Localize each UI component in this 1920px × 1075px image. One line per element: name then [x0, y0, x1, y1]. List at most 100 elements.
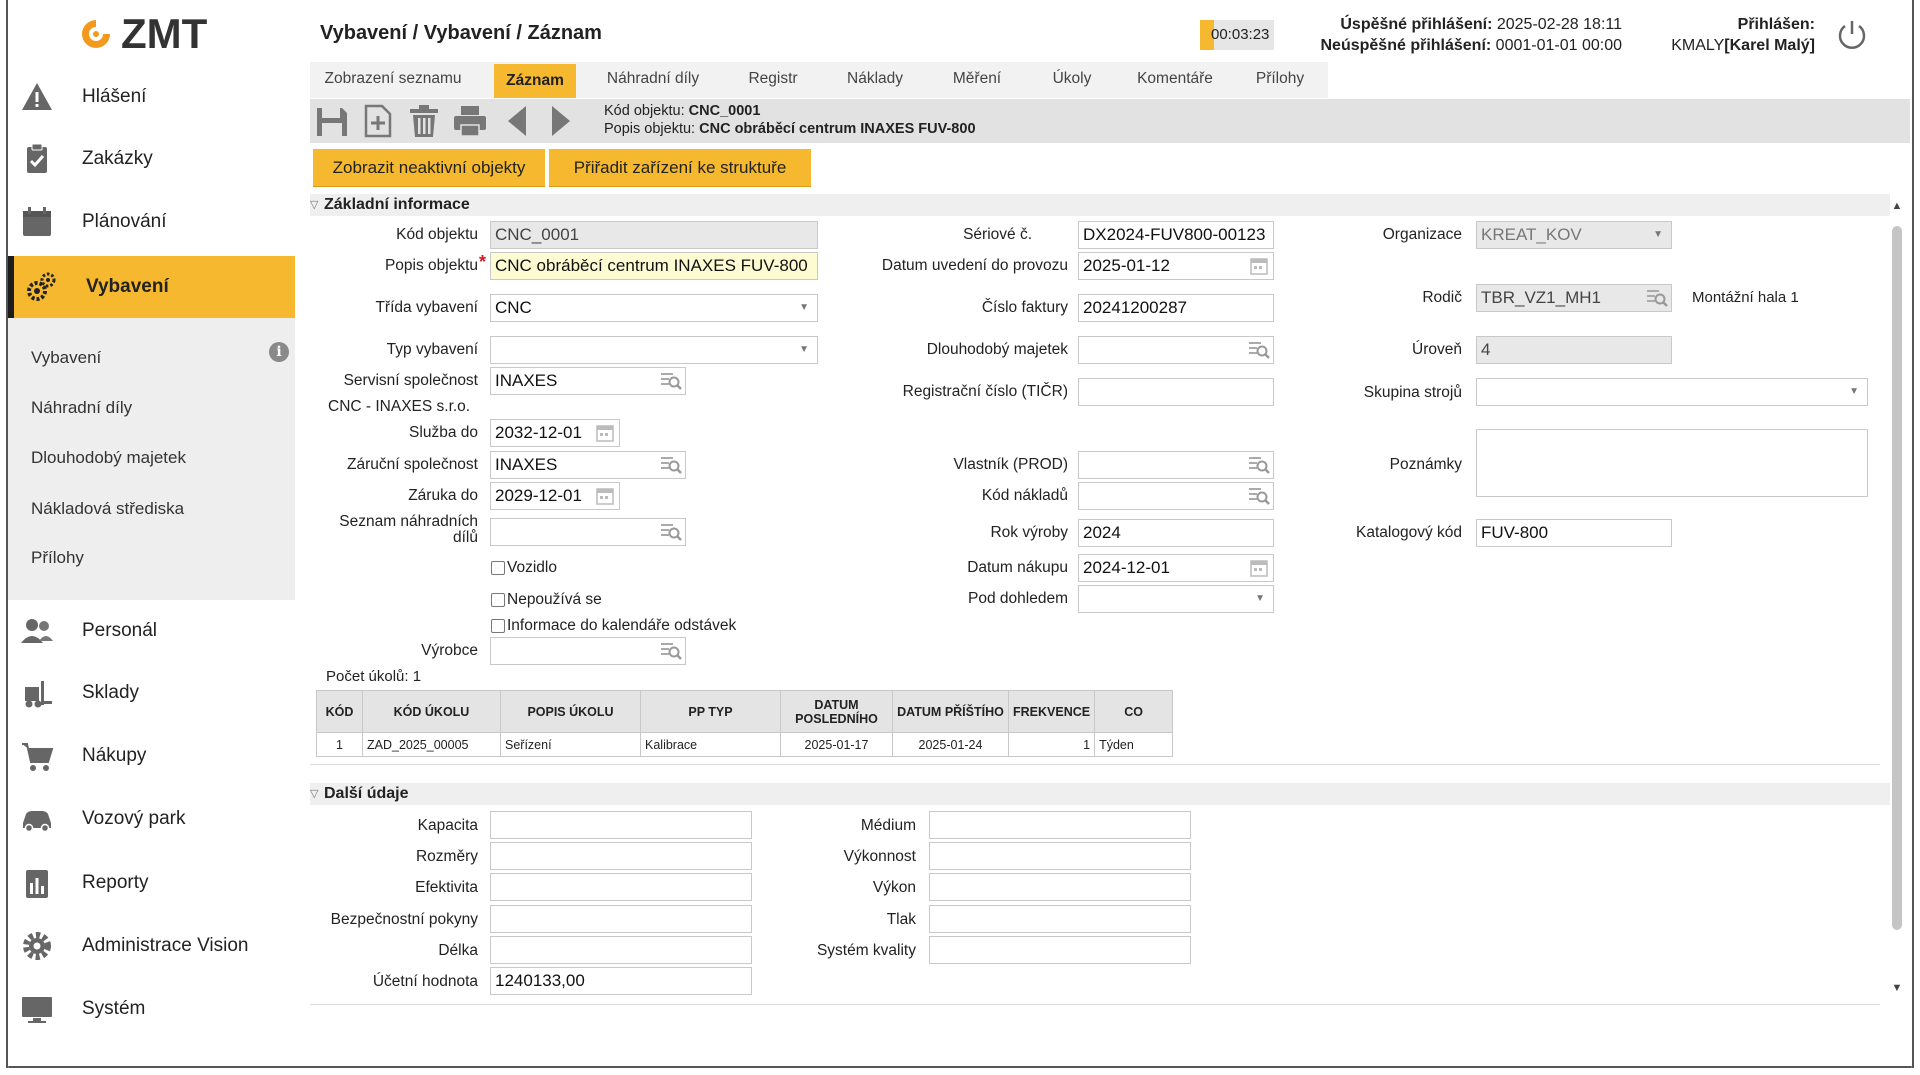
- trida-vybaveni-select[interactable]: CNC ▼: [490, 294, 818, 322]
- tab-zobrazeni-seznamu[interactable]: Zobrazení seznamu: [318, 62, 468, 98]
- lookup-icon[interactable]: [660, 455, 682, 475]
- section-extra-info[interactable]: Další údaje: [310, 783, 1890, 805]
- save-icon[interactable]: [314, 103, 350, 139]
- tab-komentare[interactable]: Komentáře: [1120, 62, 1230, 98]
- tab-naklady[interactable]: Náklady: [830, 62, 920, 98]
- datum-uvedeni-date[interactable]: 2025-01-12: [1078, 252, 1274, 280]
- col-datum-posledniho[interactable]: DATUM POSLEDNÍHO: [780, 690, 893, 733]
- delete-icon[interactable]: [406, 103, 442, 139]
- tab-registr[interactable]: Registr: [728, 62, 818, 98]
- tab-prilohy[interactable]: Přílohy: [1240, 62, 1320, 98]
- print-icon[interactable]: [452, 103, 488, 139]
- nav-item-hlaseni[interactable]: Hlášení: [7, 66, 295, 128]
- next-icon[interactable]: [542, 103, 578, 139]
- lookup-icon[interactable]: [1646, 288, 1668, 308]
- scroll-up-arrow-icon[interactable]: ▲: [1890, 200, 1904, 214]
- seriove-c-field[interactable]: DX2024-FUV800-00123: [1078, 221, 1274, 249]
- uroven-field[interactable]: 4: [1476, 336, 1672, 364]
- rodic-field[interactable]: TBR_VZ1_MH1: [1476, 284, 1672, 312]
- servisni-spolecnost-field[interactable]: INAXES: [490, 367, 686, 395]
- sluzba-do-date[interactable]: 2032-12-01: [490, 419, 620, 447]
- nepouziva-se-checkbox-row[interactable]: Nepoužívá se: [491, 591, 602, 609]
- show-inactive-button[interactable]: Zobrazit neaktivní objekty: [313, 149, 545, 187]
- calendar-picker-icon[interactable]: [594, 423, 616, 443]
- tab-zaznam[interactable]: Záznam: [494, 64, 576, 98]
- nav-item-nakupy[interactable]: Nákupy: [7, 725, 295, 787]
- nav-item-administrace-vision[interactable]: Administrace Vision: [7, 915, 295, 977]
- nav-item-planovani[interactable]: Plánování: [7, 191, 295, 253]
- tab-nahradni-dily[interactable]: Náhradní díly: [588, 62, 718, 98]
- scrollbar[interactable]: ▲ ▼: [1890, 200, 1904, 1000]
- nepouziva-se-checkbox[interactable]: [491, 593, 505, 607]
- subnav-item-vybaveni[interactable]: Vybavení: [31, 348, 101, 368]
- power-icon[interactable]: [1835, 18, 1869, 52]
- kapacita-field[interactable]: [490, 811, 752, 839]
- calendar-picker-icon[interactable]: [1248, 256, 1270, 276]
- tlak-field[interactable]: [929, 905, 1191, 933]
- lookup-icon[interactable]: [1248, 486, 1270, 506]
- info-kalendar-checkbox-row[interactable]: Informace do kalendáře odstávek: [491, 617, 736, 635]
- rozmery-field[interactable]: [490, 842, 752, 870]
- datum-nakupu-date[interactable]: 2024-12-01: [1078, 554, 1274, 582]
- subnav-item-prilohy[interactable]: Přílohy: [31, 548, 84, 568]
- col-pp-typ[interactable]: PP TYP: [640, 690, 781, 733]
- col-kod-ukolu[interactable]: KÓD ÚKOLU: [362, 690, 501, 733]
- col-co[interactable]: CO: [1094, 690, 1174, 733]
- tab-mereni[interactable]: Měření: [932, 62, 1022, 98]
- registracni-cislo-field[interactable]: [1078, 378, 1274, 406]
- vozidlo-checkbox-row[interactable]: Vozidlo: [491, 559, 557, 577]
- katalogovy-kod-field[interactable]: FUV-800: [1476, 519, 1672, 547]
- vyrobce-field[interactable]: [490, 637, 686, 665]
- rok-vyroby-field[interactable]: 2024: [1078, 519, 1274, 547]
- typ-vybaveni-select[interactable]: ▼: [490, 336, 818, 364]
- kod-nakladu-field[interactable]: [1078, 482, 1274, 510]
- logo[interactable]: ZMT: [79, 10, 207, 58]
- pod-dohledem-select[interactable]: ▼: [1078, 585, 1274, 613]
- organizace-select[interactable]: KREAT_KOV ▼: [1476, 221, 1672, 249]
- efektivita-field[interactable]: [490, 873, 752, 901]
- add-icon[interactable]: [360, 103, 396, 139]
- scroll-down-arrow-icon[interactable]: ▼: [1890, 982, 1904, 996]
- skupina-stroju-select[interactable]: ▼: [1476, 378, 1868, 406]
- nav-item-vybaveni[interactable]: Vybavení: [7, 256, 295, 318]
- dlouhodoby-majetek-field[interactable]: [1078, 336, 1274, 364]
- nav-item-sklady[interactable]: Sklady: [7, 662, 295, 724]
- nav-item-reporty[interactable]: Reporty: [7, 852, 295, 914]
- nav-item-system[interactable]: Systém: [7, 978, 295, 1040]
- vlastnik-field[interactable]: [1078, 451, 1274, 479]
- seznam-nahradnich-dilu-field[interactable]: [490, 518, 686, 546]
- lookup-icon[interactable]: [1248, 455, 1270, 475]
- subnav-item-nahradni-dily[interactable]: Náhradní díly: [31, 398, 132, 418]
- vykon-field[interactable]: [929, 873, 1191, 901]
- kod-objektu-field[interactable]: CNC_0001: [490, 221, 818, 249]
- lookup-icon[interactable]: [660, 641, 682, 661]
- popis-objektu-field[interactable]: CNC obráběcí centrum INAXES FUV-800: [490, 252, 818, 280]
- calendar-picker-icon[interactable]: [594, 486, 616, 506]
- vykonnost-field[interactable]: [929, 842, 1191, 870]
- zaruka-do-date[interactable]: 2029-12-01: [490, 482, 620, 510]
- subnav-item-dlouhodoby-majetek[interactable]: Dlouhodobý majetek: [31, 448, 186, 468]
- col-popis-ukolu[interactable]: POPIS ÚKOLU: [500, 690, 641, 733]
- section-basic-info[interactable]: Základní informace: [310, 194, 1890, 216]
- info-icon[interactable]: i: [269, 342, 289, 362]
- col-kod[interactable]: KÓD: [316, 690, 363, 733]
- poznamky-textarea[interactable]: [1476, 429, 1868, 497]
- lookup-icon[interactable]: [660, 522, 682, 542]
- previous-icon[interactable]: [500, 103, 536, 139]
- col-frekvence[interactable]: FREKVENCE: [1007, 690, 1096, 733]
- vozidlo-checkbox[interactable]: [491, 561, 505, 575]
- tab-ukoly[interactable]: Úkoly: [1032, 62, 1112, 98]
- bezpecnostni-pokyny-field[interactable]: [490, 905, 752, 933]
- assign-structure-button[interactable]: Přiřadit zařízení ke struktuře: [549, 149, 811, 187]
- nav-item-personal[interactable]: Personál: [7, 600, 295, 662]
- lookup-icon[interactable]: [660, 371, 682, 391]
- lookup-icon[interactable]: [1248, 340, 1270, 360]
- subnav-item-nakladova-strediska[interactable]: Nákladová střediska: [31, 499, 184, 519]
- nav-item-vozovy-park[interactable]: Vozový park: [7, 788, 295, 850]
- system-kvality-field[interactable]: [929, 936, 1191, 964]
- table-row[interactable]: 1 ZAD_2025_00005 Seřízení Kalibrace 2025…: [316, 732, 1174, 757]
- info-kalendar-checkbox[interactable]: [491, 619, 505, 633]
- cislo-faktury-field[interactable]: 20241200287: [1078, 294, 1274, 322]
- col-datum-pristiho[interactable]: DATUM PŘÍŠTÍHO: [892, 690, 1009, 733]
- zarucni-spolecnost-field[interactable]: INAXES: [490, 451, 686, 479]
